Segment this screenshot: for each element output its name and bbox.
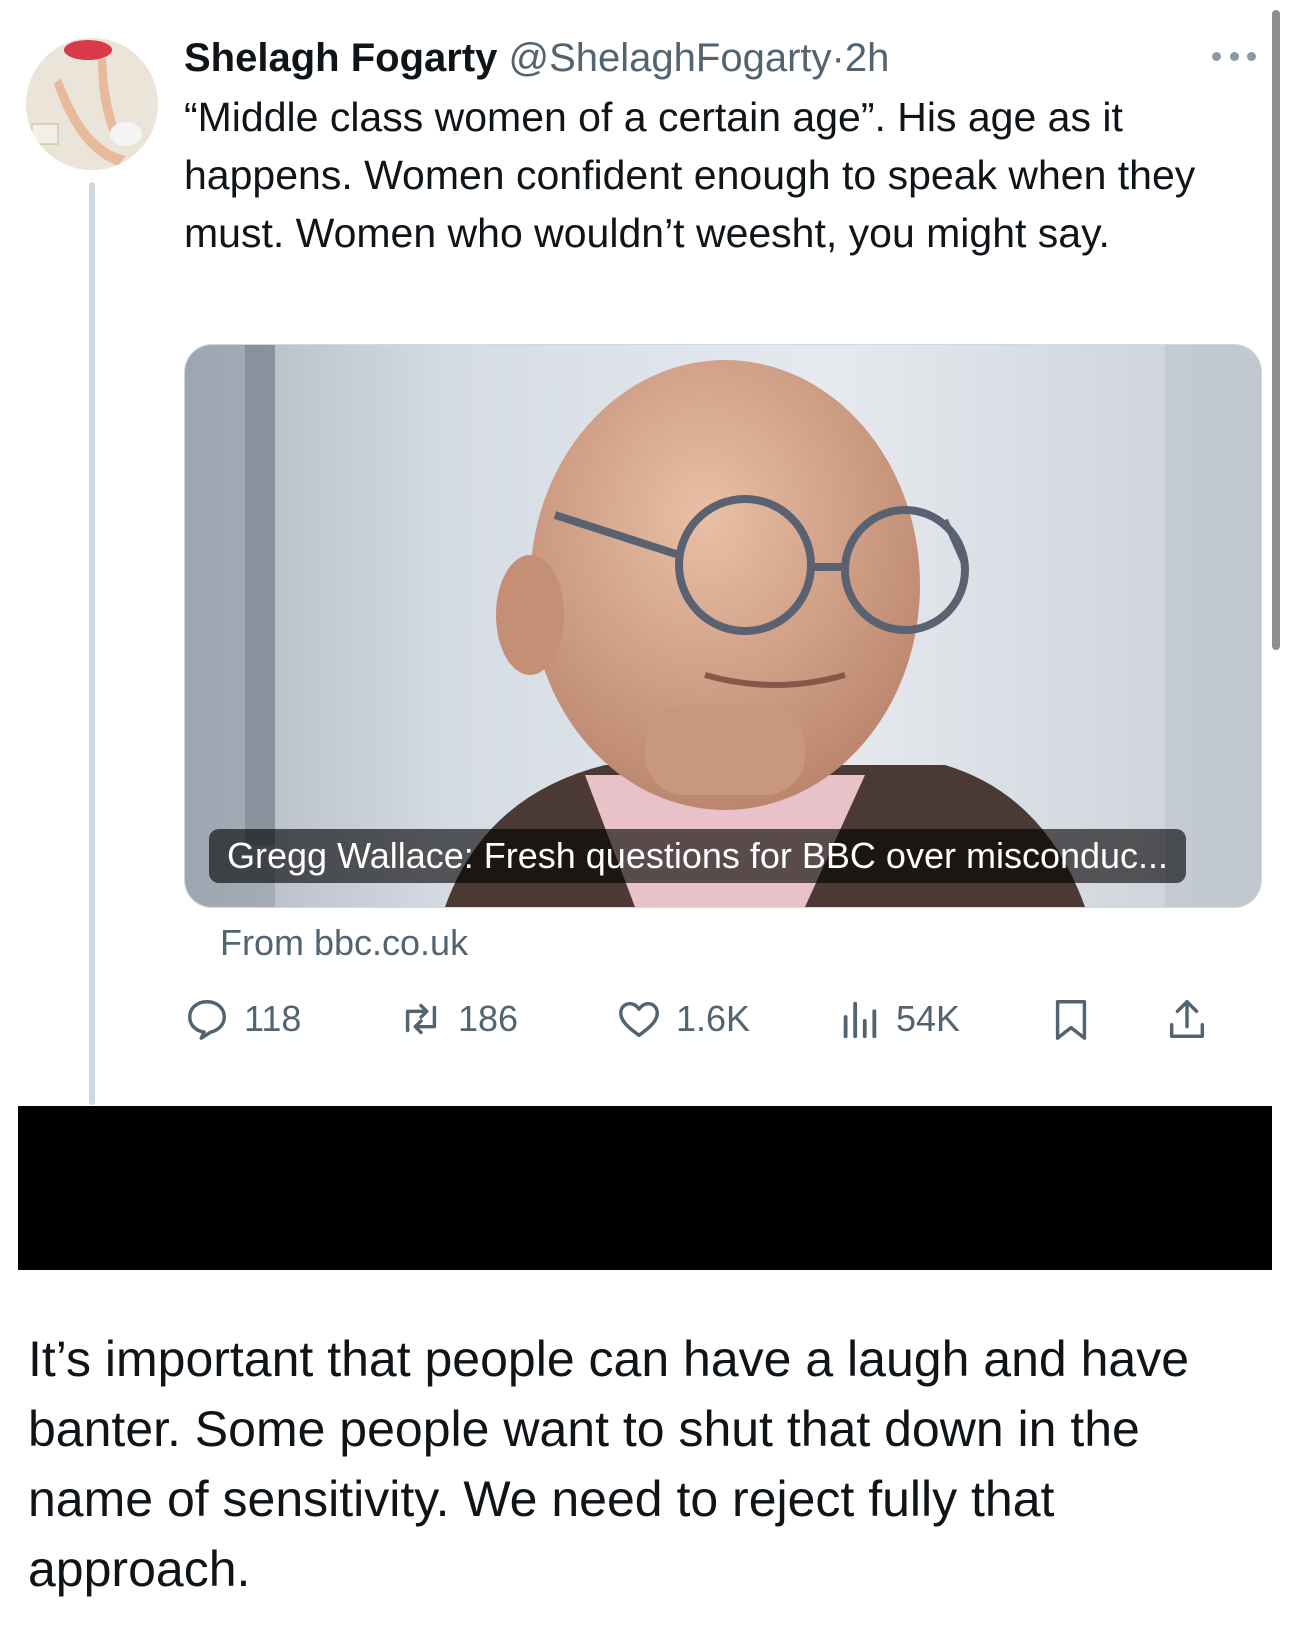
views-count: 54K — [896, 998, 961, 1039]
man-with-glasses-photo-icon — [185, 345, 1261, 907]
like-count: 1.6K — [676, 998, 751, 1039]
avatar[interactable] — [26, 38, 158, 170]
tweet-text: “Middle class women of a certain age”. H… — [184, 94, 1196, 256]
tweet-header: Shelagh Fogarty @ShelaghFogarty·2h — [184, 30, 889, 86]
author-name[interactable]: Shelagh Fogarty — [184, 36, 497, 80]
heart-icon — [619, 1001, 659, 1038]
bookmark-button[interactable] — [1048, 990, 1094, 1048]
quoted-reply-text: It’s important that people can have a la… — [28, 1331, 1190, 1597]
link-card[interactable]: Gregg Wallace: Fresh questions for BBC o… — [184, 344, 1262, 908]
share-button[interactable] — [1164, 990, 1210, 1048]
card-source[interactable]: From bbc.co.uk — [220, 918, 468, 968]
bar-chart-icon — [843, 1001, 877, 1039]
timestamp[interactable]: 2h — [845, 36, 890, 80]
tweet-actions: 118 186 1.6K 54K — [184, 990, 1260, 1048]
redaction-block — [18, 1106, 1272, 1270]
repost-button[interactable]: 186 — [398, 990, 518, 1048]
avatar-illustration-icon — [26, 38, 158, 170]
header-separator: · — [831, 36, 845, 80]
scrollbar[interactable] — [1272, 10, 1280, 650]
views-button[interactable]: 54K — [836, 990, 960, 1048]
repost-count: 186 — [458, 998, 519, 1039]
reply-icon — [188, 1000, 226, 1040]
card-caption: Gregg Wallace: Fresh questions for BBC o… — [209, 829, 1187, 883]
like-button[interactable]: 1.6K — [616, 990, 750, 1048]
bookmark-icon — [1055, 1000, 1087, 1040]
share-icon — [1169, 1000, 1205, 1038]
reply-count: 118 — [244, 998, 302, 1039]
reply-button[interactable]: 118 — [184, 990, 301, 1048]
thread-line — [89, 182, 95, 1105]
more-options-icon[interactable] — [1212, 46, 1256, 66]
author-handle[interactable]: @ShelaghFogarty — [509, 36, 832, 80]
repost-icon — [405, 1003, 437, 1035]
